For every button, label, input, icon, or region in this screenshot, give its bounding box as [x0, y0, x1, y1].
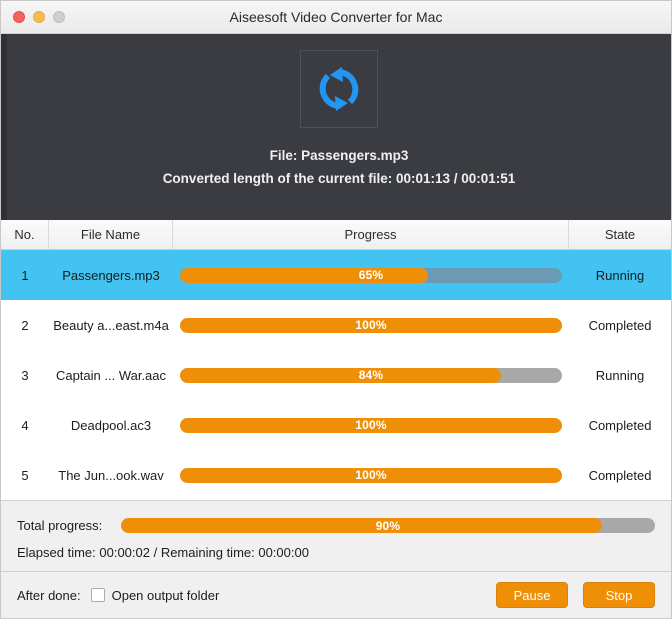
row-state: Running — [595, 367, 645, 383]
row-number: 5 — [21, 467, 29, 483]
progress-bar: 100% — [180, 467, 562, 483]
row-file-name: Beauty a...east.m4a — [53, 317, 169, 333]
row-number: 2 — [21, 317, 29, 333]
table-row[interactable]: 3 Captain ... War.aac 84% Running — [1, 350, 671, 400]
file-list: 1 Passengers.mp3 65% Running 2 Beauty a.… — [1, 250, 671, 500]
current-file-label: File: Passengers.mp3 — [269, 148, 409, 163]
row-file-name: The Jun...ook.wav — [58, 467, 164, 483]
row-number: 4 — [21, 417, 29, 433]
table-header: No. File Name Progress State — [1, 220, 671, 250]
table-row[interactable]: 5 The Jun...ook.wav 100% Completed — [1, 450, 671, 500]
row-file-name: Passengers.mp3 — [62, 267, 160, 283]
table-row[interactable]: 1 Passengers.mp3 65% Running — [1, 250, 671, 300]
total-progress-section: Total progress: 90% Elapsed time: 00:00:… — [1, 500, 671, 571]
column-header-no[interactable]: No. — [1, 220, 49, 249]
row-state: Running — [595, 267, 645, 283]
progress-bar-label: 65% — [358, 268, 384, 282]
progress-bar: 65% — [180, 267, 562, 283]
total-progress-row: Total progress: 90% — [17, 513, 655, 539]
progress-bar: 84% — [180, 367, 562, 383]
title-bar: Aiseesoft Video Converter for Mac — [1, 1, 671, 34]
footer-bar: After done: Open output folder Pause Sto… — [1, 571, 671, 618]
zoom-button[interactable] — [53, 11, 65, 23]
progress-bar: 100% — [180, 317, 562, 333]
progress-bar-label: 100% — [355, 468, 387, 482]
table-row[interactable]: 2 Beauty a...east.m4a 100% Completed — [1, 300, 671, 350]
app-window: Aiseesoft Video Converter for Mac File: … — [0, 0, 672, 619]
total-progress-label: Total progress: — [17, 518, 103, 533]
conversion-status-panel: File: Passengers.mp3 Converted length of… — [1, 34, 671, 220]
row-progress-cell: 100% — [173, 417, 569, 433]
close-button[interactable] — [13, 11, 25, 23]
row-progress-cell: 84% — [173, 367, 569, 383]
row-state: Completed — [588, 317, 652, 333]
convert-refresh-icon — [300, 50, 378, 128]
progress-bar-label: 100% — [355, 318, 387, 332]
pause-button[interactable]: Pause — [496, 582, 568, 608]
column-header-progress[interactable]: Progress — [173, 220, 569, 249]
row-progress-cell: 100% — [173, 317, 569, 333]
row-file-name: Deadpool.ac3 — [70, 417, 152, 433]
converted-length-label: Converted length of the current file: 00… — [162, 171, 516, 186]
row-progress-cell: 100% — [173, 467, 569, 483]
window-controls — [1, 11, 65, 23]
minimize-button[interactable] — [33, 11, 45, 23]
total-progress-bar: 90% — [121, 518, 655, 533]
open-output-folder-label[interactable]: Open output folder — [112, 588, 220, 603]
row-number: 3 — [21, 367, 29, 383]
row-number: 1 — [21, 267, 29, 283]
progress-bar-label: 100% — [355, 418, 387, 432]
table-row[interactable]: 4 Deadpool.ac3 100% Completed — [1, 400, 671, 450]
elapsed-remaining-time: Elapsed time: 00:00:02 / Remaining time:… — [17, 544, 309, 560]
row-file-name: Captain ... War.aac — [55, 367, 167, 383]
row-progress-cell: 65% — [173, 267, 569, 283]
stop-button[interactable]: Stop — [583, 582, 655, 608]
column-header-state[interactable]: State — [569, 220, 671, 249]
column-header-file-name[interactable]: File Name — [49, 220, 173, 249]
open-output-folder-checkbox[interactable] — [90, 588, 105, 602]
window-title: Aiseesoft Video Converter for Mac — [229, 9, 443, 25]
progress-bar: 100% — [180, 417, 562, 433]
total-progress-bar-label: 90% — [375, 518, 401, 533]
row-state: Completed — [588, 467, 652, 483]
row-state: Completed — [588, 417, 652, 433]
after-done-label: After done: — [17, 587, 81, 603]
progress-bar-label: 84% — [358, 368, 384, 382]
